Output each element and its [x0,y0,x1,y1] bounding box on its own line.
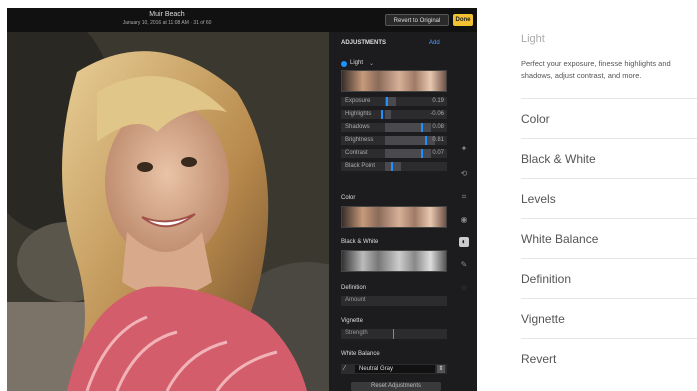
add-button[interactable]: Add [429,40,440,46]
light-filmstrip[interactable] [341,70,447,92]
tool-strip: ✦ ⟲ ⌗ ◉ ◐ ✎ ◌ [451,32,477,391]
slider-exposure[interactable]: Exposure 0.19 [341,97,447,107]
slider-label: Brightness [345,137,374,143]
adjustments-title: ADJUSTMENTS [341,40,387,46]
bw-filmstrip[interactable] [341,250,447,272]
definition-slider-label: Amount [345,297,366,303]
bw-section-label[interactable]: Black & White [341,239,378,245]
slider-fill [385,110,391,119]
slider-label: Shadows [345,124,370,130]
retouch-icon[interactable]: ✎ [459,260,469,270]
red-eye-icon[interactable]: ◌ [459,283,469,293]
slider-marker [425,136,427,145]
slider-marker [391,162,393,171]
feature-item-levels[interactable]: Levels [521,178,697,218]
vignette-slider-marker [393,329,394,339]
white-balance-section-label[interactable]: White Balance [341,351,380,357]
done-button[interactable]: Done [453,14,473,26]
feature-item-black-white[interactable]: Black & White [521,138,697,178]
filters-icon[interactable]: ◉ [459,215,469,225]
feature-heading: Light [521,33,545,45]
vignette-slider-label: Strength [345,330,368,336]
chevron-down-icon[interactable]: ⌄ [369,60,374,67]
slider-fill [385,149,431,158]
white-balance-select[interactable]: Neutral Gray [355,365,435,373]
magic-wand-icon[interactable]: ✦ [459,144,469,154]
vignette-section-label[interactable]: Vignette [341,318,363,324]
photo-canvas[interactable] [7,32,329,391]
feature-list: Light Perfect your exposure, finesse hig… [507,0,697,391]
slider-value: 0.19 [432,98,444,104]
slider-value: 0.81 [432,137,444,143]
color-filmstrip[interactable] [341,206,447,228]
color-section-label[interactable]: Color [341,195,355,201]
slider-fill [385,136,435,145]
feature-item-label: Revert [521,352,557,366]
feature-item-label: White Balance [521,232,599,246]
slider-fill [385,162,401,171]
feature-item-white-balance[interactable]: White Balance [521,218,697,258]
light-toggle-icon[interactable] [341,61,347,67]
light-section-label[interactable]: Light [350,60,363,66]
slider-label: Contrast [345,150,368,156]
photo-title: Muir Beach [149,11,185,18]
feature-item-definition[interactable]: Definition [521,258,697,298]
photos-editor-window: Muir Beach January 10, 2016 at 11:08 AM … [7,8,477,391]
adjustments-panel: ADJUSTMENTS Add Light ⌄ Exposure 0.19 High… [333,32,449,391]
slider-label: Highlights [345,111,372,117]
definition-section-label[interactable]: Definition [341,285,366,291]
definition-slider[interactable]: Amount [341,296,447,306]
feature-item-label: Levels [521,192,556,206]
feature-item-label: Black & White [521,152,596,166]
crop-rotate-icon[interactable]: ⟲ [459,169,469,179]
crop-icon[interactable]: ⌗ [459,192,469,202]
feature-item-revert[interactable]: Revert [521,338,697,378]
feature-item-label: Vignette [521,312,565,326]
slider-value: 0.08 [432,124,444,130]
slider-contrast[interactable]: Contrast 0.07 [341,149,447,159]
slider-shadows[interactable]: Shadows 0.08 [341,123,447,133]
feature-item-label: Color [521,112,550,126]
white-balance-row: ⁄ Neutral Gray ⇕ [341,364,447,374]
slider-label: Exposure [345,98,371,104]
feature-item-color[interactable]: Color [521,98,697,138]
feature-item-label: Definition [521,272,572,286]
slider-fill [385,123,431,132]
slider-brightness[interactable]: Brightness 0.81 [341,136,447,146]
eyedropper-icon[interactable]: ⁄ [344,365,345,372]
adjustments-icon[interactable]: ◐ [459,237,469,247]
slider-marker [381,110,383,119]
photo-subtitle: January 10, 2016 at 11:08 AM · 31 of 60 [122,20,212,26]
slider-marker [421,149,423,158]
slider-highlights[interactable]: Highlights -0.06 [341,110,447,120]
vignette-slider[interactable]: Strength [341,329,447,339]
revert-to-original-button[interactable]: Revert to Original [385,14,449,26]
slider-marker [421,123,423,132]
slider-marker [386,97,388,106]
select-arrows-icon[interactable]: ⇕ [437,365,445,373]
reset-adjustments-button[interactable]: Reset Adjustments [351,382,441,391]
slider-value: -0.06 [430,111,444,117]
feature-item-vignette[interactable]: Vignette [521,298,697,338]
portrait-photo [7,32,329,391]
slider-label: Black Point [345,163,376,169]
feature-description: Perfect your exposure, finesse highlight… [521,59,671,80]
slider-black-point[interactable]: Black Point [341,162,447,172]
top-bar: Muir Beach January 10, 2016 at 11:08 AM … [7,8,477,32]
slider-value: 0.07 [432,150,444,156]
